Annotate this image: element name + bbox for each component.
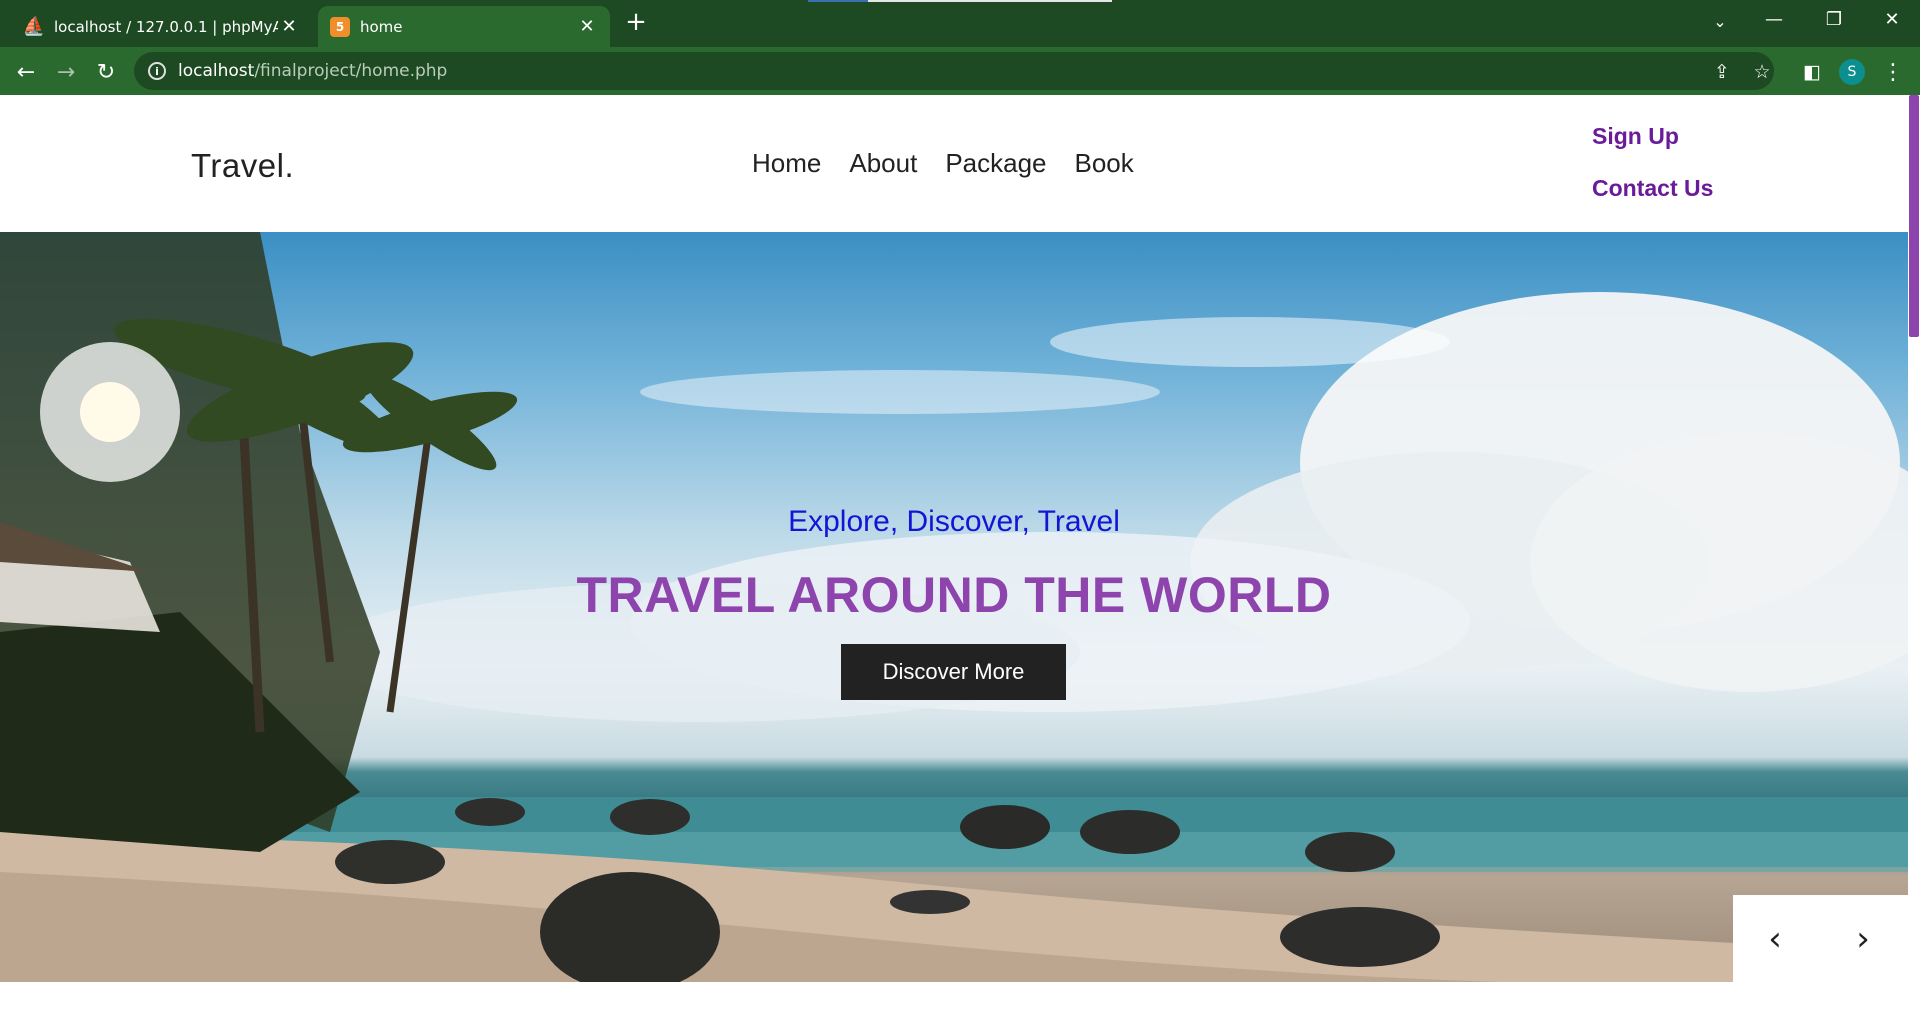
html5-icon: 5: [330, 16, 350, 37]
reload-icon[interactable]: ↻: [90, 56, 122, 88]
address-bar[interactable]: i localhost/finalproject/home.php: [134, 52, 1774, 90]
site-header: Travel. Home About Package Book Sign Up …: [0, 95, 1908, 232]
tab-home[interactable]: 5 home ✕: [318, 6, 610, 47]
tab-phpmyadmin[interactable]: ⛵ localhost / 127.0.0.1 | phpMyAdm ✕: [12, 6, 312, 47]
main-nav: Home About Package Book: [752, 148, 1134, 179]
restore-icon[interactable]: ❐: [1806, 0, 1862, 38]
new-tab-button[interactable]: +: [622, 7, 650, 37]
close-window-icon[interactable]: ✕: [1864, 0, 1920, 38]
tab-search-icon[interactable]: ⌄: [1705, 6, 1735, 36]
side-panel-icon[interactable]: ◧: [1796, 56, 1828, 88]
chevron-left-icon[interactable]: ‹: [1753, 917, 1797, 961]
nav-home[interactable]: Home: [752, 148, 821, 179]
chevron-right-icon[interactable]: ›: [1841, 917, 1885, 961]
slider-controls: ‹ ›: [1733, 895, 1908, 983]
contact-us-link[interactable]: Contact Us: [1592, 175, 1713, 202]
phpmyadmin-icon: ⛵: [22, 16, 46, 37]
forward-arrow-icon[interactable]: →: [50, 56, 82, 88]
close-tab-icon[interactable]: ✕: [576, 16, 598, 38]
tab-title: localhost / 127.0.0.1 | phpMyAdm: [54, 17, 278, 36]
hero-banner: Explore, Discover, Travel TRAVEL AROUND …: [0, 232, 1908, 982]
site-logo[interactable]: Travel.: [191, 147, 294, 185]
bookmark-star-icon[interactable]: ☆: [1746, 56, 1778, 88]
scrollbar-thumb[interactable]: [1909, 95, 1919, 337]
back-arrow-icon[interactable]: ←: [10, 56, 42, 88]
nav-package[interactable]: Package: [945, 148, 1046, 179]
profile-avatar[interactable]: S: [1839, 59, 1865, 85]
web-page: Travel. Home About Package Book Sign Up …: [0, 95, 1920, 1028]
url-host: localhost: [178, 61, 255, 81]
nav-about[interactable]: About: [849, 148, 917, 179]
loading-indicator: [808, 0, 1112, 2]
minimize-icon[interactable]: —: [1746, 0, 1802, 38]
url-path: /finalproject/home.php: [254, 61, 448, 81]
nav-book[interactable]: Book: [1075, 148, 1134, 179]
site-info-icon[interactable]: i: [148, 62, 166, 80]
discover-more-button[interactable]: Discover More: [841, 644, 1066, 700]
sign-up-link[interactable]: Sign Up: [1592, 123, 1679, 150]
hero-headline: TRAVEL AROUND THE WORLD: [576, 567, 1332, 623]
browser-toolbar: ← → ↻ i localhost/finalproject/home.php …: [0, 47, 1920, 95]
browser-tab-strip: ⛵ localhost / 127.0.0.1 | phpMyAdm ✕ 5 h…: [0, 0, 1920, 47]
close-tab-icon[interactable]: ✕: [278, 16, 300, 38]
share-icon[interactable]: ⇪: [1706, 56, 1738, 88]
tab-title: home: [360, 17, 403, 36]
kebab-menu-icon[interactable]: ⋮: [1877, 56, 1909, 88]
hero-tagline: Explore, Discover, Travel: [788, 505, 1120, 538]
